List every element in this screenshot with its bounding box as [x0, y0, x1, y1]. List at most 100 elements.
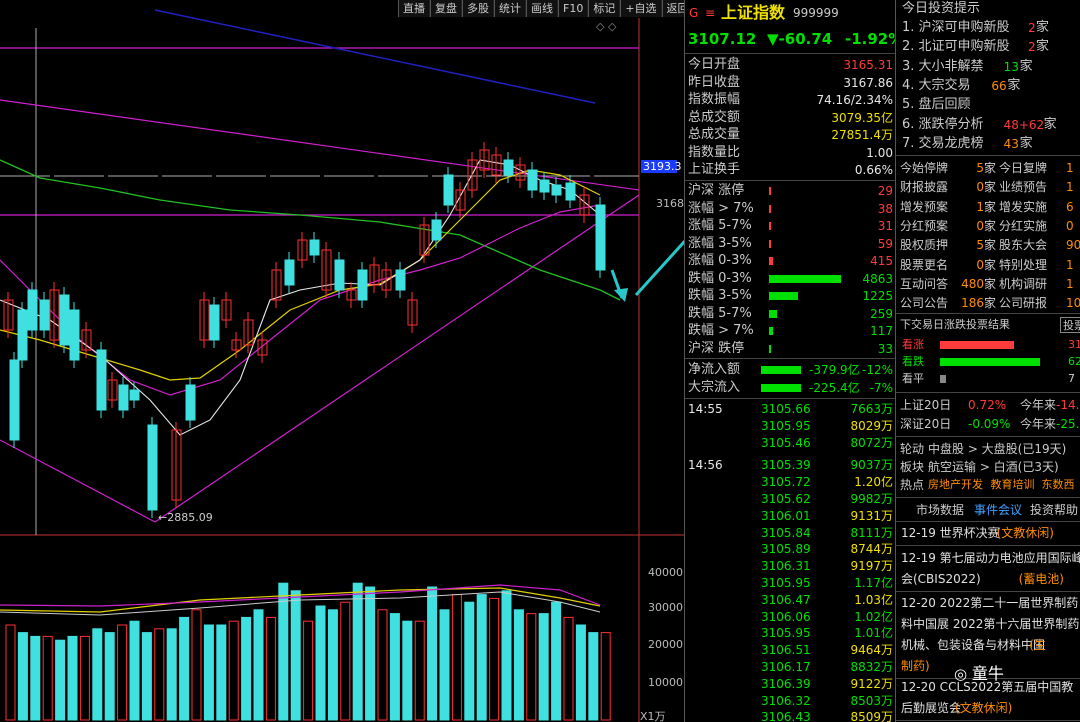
tick-row: 3106.17 8832万 — [685, 659, 895, 675]
perf-v1: -0.09% — [968, 417, 1011, 431]
news-line[interactable]: 12-19 第七届动力电池应用国际峰 — [896, 548, 1080, 568]
tip-item[interactable]: 3. 大小非解禁 13 家 — [896, 58, 1080, 76]
candle-body — [595, 204, 606, 271]
news-line[interactable]: 机械、包装设备与材料中国 (生 — [896, 635, 1080, 655]
toolbar-button-7[interactable]: +自选 — [620, 0, 662, 17]
tip-item[interactable]: 2. 北证可申购新股 2 家 — [896, 38, 1080, 56]
vote-value: 7 — [1068, 372, 1075, 385]
menu-icon[interactable]: ≡ — [705, 2, 715, 24]
event-row[interactable]: 今始停牌 5 家今日复牌 1 — [896, 159, 1080, 177]
event-unit: 家 — [984, 218, 997, 233]
tick-volume: 1.02亿 — [854, 609, 893, 624]
tip-text: 7. 交易龙虎榜 — [902, 135, 984, 151]
event-unit: 家 — [984, 161, 997, 175]
news-tab-2[interactable]: 投资帮助 — [1030, 500, 1078, 520]
vote-value: 62 — [1068, 355, 1080, 368]
vote-value: 31 — [1068, 338, 1080, 351]
event-count-a: 0 — [976, 218, 984, 233]
tip-item[interactable]: 6. 涨跌停分析 48+62 家 — [896, 116, 1080, 134]
wechat-icon: ◎ — [954, 665, 972, 683]
event-count-a: 480 — [961, 276, 984, 291]
toolbar-button-2[interactable]: 多股 — [462, 0, 494, 17]
event-row[interactable]: 增发预案 1 家增发实施 6 — [896, 198, 1080, 216]
vote-bar — [940, 375, 946, 383]
news-text: 制药) — [901, 659, 930, 673]
vote-bar — [940, 358, 1040, 366]
vote-button[interactable]: 投票 — [1060, 317, 1080, 333]
news-line[interactable]: 料中国展 2022第十六届世界制药 — [896, 614, 1080, 634]
volume-bar — [377, 609, 388, 721]
g-badge[interactable]: G — [689, 2, 698, 24]
tip-item[interactable]: 1. 沪深可申购新股 2 家 — [896, 19, 1080, 37]
tips-title: 今日投资提示 — [902, 1, 981, 16]
dist-label: 涨幅 > 7% — [688, 200, 754, 216]
event-row[interactable]: 财报披露 0 家业绩预告 1 — [896, 178, 1080, 196]
volume-bar — [203, 624, 214, 721]
hot-item[interactable]: 教育培训 — [991, 476, 1035, 494]
stat-label: 指数量比 — [688, 144, 741, 160]
toolbar-button-6[interactable]: 标记 — [588, 0, 621, 17]
event-row[interactable]: 股票更名 0 家特别处理 1 — [896, 256, 1080, 274]
event-label-b: 今日复牌 — [999, 161, 1048, 175]
flow-pct: -12% — [861, 363, 893, 377]
toolbar-button-8[interactable]: 返回 — [661, 0, 684, 17]
volume-bar — [402, 620, 413, 721]
event-row[interactable]: 互动问答 480 家机构调研 1 — [896, 275, 1080, 293]
news-text: 12-20 2022第二十一届世界制药 — [901, 596, 1079, 610]
toolbar-button-0[interactable]: 直播 — [398, 0, 430, 17]
event-unit: 家 — [984, 276, 997, 291]
rotation-text: 中盘股 > 大盘股(已19天) — [928, 442, 1067, 456]
event-row[interactable]: 股权质押 5 家股东大会 90 — [896, 236, 1080, 254]
news-line[interactable]: 会(CBIS2022) (蓄电池) — [896, 569, 1080, 589]
vote-row-up: 看涨 31 — [896, 336, 1080, 354]
rotation-row[interactable]: 板块 航空运输 > 白酒(已3天) — [896, 458, 1080, 476]
dist-label: 跌幅 > 7% — [688, 323, 754, 338]
news-tab-1[interactable]: 事件会议 — [974, 500, 1022, 520]
tip-item[interactable]: 7. 交易龙虎榜 43 家 — [896, 135, 1080, 153]
dist-label: 跌幅 0-3% — [688, 270, 752, 286]
news-line[interactable]: 后勤展览会 (文教休闲) — [896, 698, 1080, 718]
toolbar-button-3[interactable]: 统计 — [494, 0, 526, 17]
toolbar-button-5[interactable]: F10 — [558, 0, 589, 17]
tip-item[interactable]: 4. 大宗交易 66 家 — [896, 77, 1080, 95]
tip-num: 43 — [1003, 136, 1019, 151]
tick-volume: 1.17亿 — [854, 576, 893, 590]
tick-row: 3105.62 9982万 — [685, 491, 895, 507]
index-header: G ≡ 上证指数 999999 — [685, 2, 895, 24]
stat-label: 总成交额 — [688, 109, 741, 125]
kline-chart-panel[interactable]: 直播 复盘 多股 统计 画线 F10 标记 +自选 返回 ◇ ◇ 3193.3 3168 ←28… — [0, 0, 684, 722]
tick-row: 14:55 3105.66 7663万 — [685, 401, 895, 417]
news-text: 会(CBIS2022) — [901, 572, 981, 586]
tip-item[interactable]: 5. 盘后回顾 — [896, 96, 1080, 114]
news-line[interactable]: 12-20 2022第二十一届世界制药 — [896, 593, 1080, 613]
news-tab-0[interactable]: 市场数据 — [916, 500, 964, 520]
toolbar-button-4[interactable]: 画线 — [526, 0, 558, 17]
kline-chart-svg[interactable] — [0, 0, 684, 722]
news-line[interactable]: 12-19 世界杯决赛 (文教休闲) — [896, 523, 1080, 543]
rotation-row[interactable]: 轮动 中盘股 > 大盘股(已19天) — [896, 440, 1080, 458]
volume-bar — [588, 632, 599, 721]
dist-bar — [769, 257, 773, 265]
tick-volume: 9197万 — [850, 559, 893, 574]
toolbar-button-1[interactable]: 复盘 — [430, 0, 462, 17]
dist-bar — [769, 327, 773, 335]
stat-value: 3079.35亿 — [831, 110, 893, 125]
event-label-a: 财报披露 — [900, 180, 949, 195]
tip-num: 48+62 — [1003, 117, 1045, 132]
candle-body — [565, 182, 576, 201]
news-tab-row: 市场数据 事件会议 投资帮助 — [896, 500, 1080, 520]
arrow-left-head — [614, 288, 628, 302]
volume-bar — [129, 620, 140, 721]
hot-item[interactable]: 东数西 — [1042, 476, 1075, 494]
event-unit: 家 — [984, 238, 997, 253]
tick-price: 3105.66 — [761, 402, 811, 416]
event-row[interactable]: 分红预案 0 家分红实施 0 — [896, 217, 1080, 235]
vote-label: 看跌 — [902, 355, 924, 368]
tick-volume: 9122万 — [850, 676, 893, 691]
tip-text: 5. 盘后回顾 — [902, 97, 971, 113]
hot-item[interactable]: 房地产开发 — [928, 476, 983, 494]
event-row[interactable]: 公司公告 186家公司研报 100 — [896, 294, 1080, 312]
stat-row: 上证换手 0.66% — [685, 161, 895, 179]
quote-panel: G ≡ 上证指数 999999 3107.12 ▼-60.74 -1.92% 今… — [684, 0, 896, 722]
tick-volume: 9131万 — [850, 508, 893, 523]
